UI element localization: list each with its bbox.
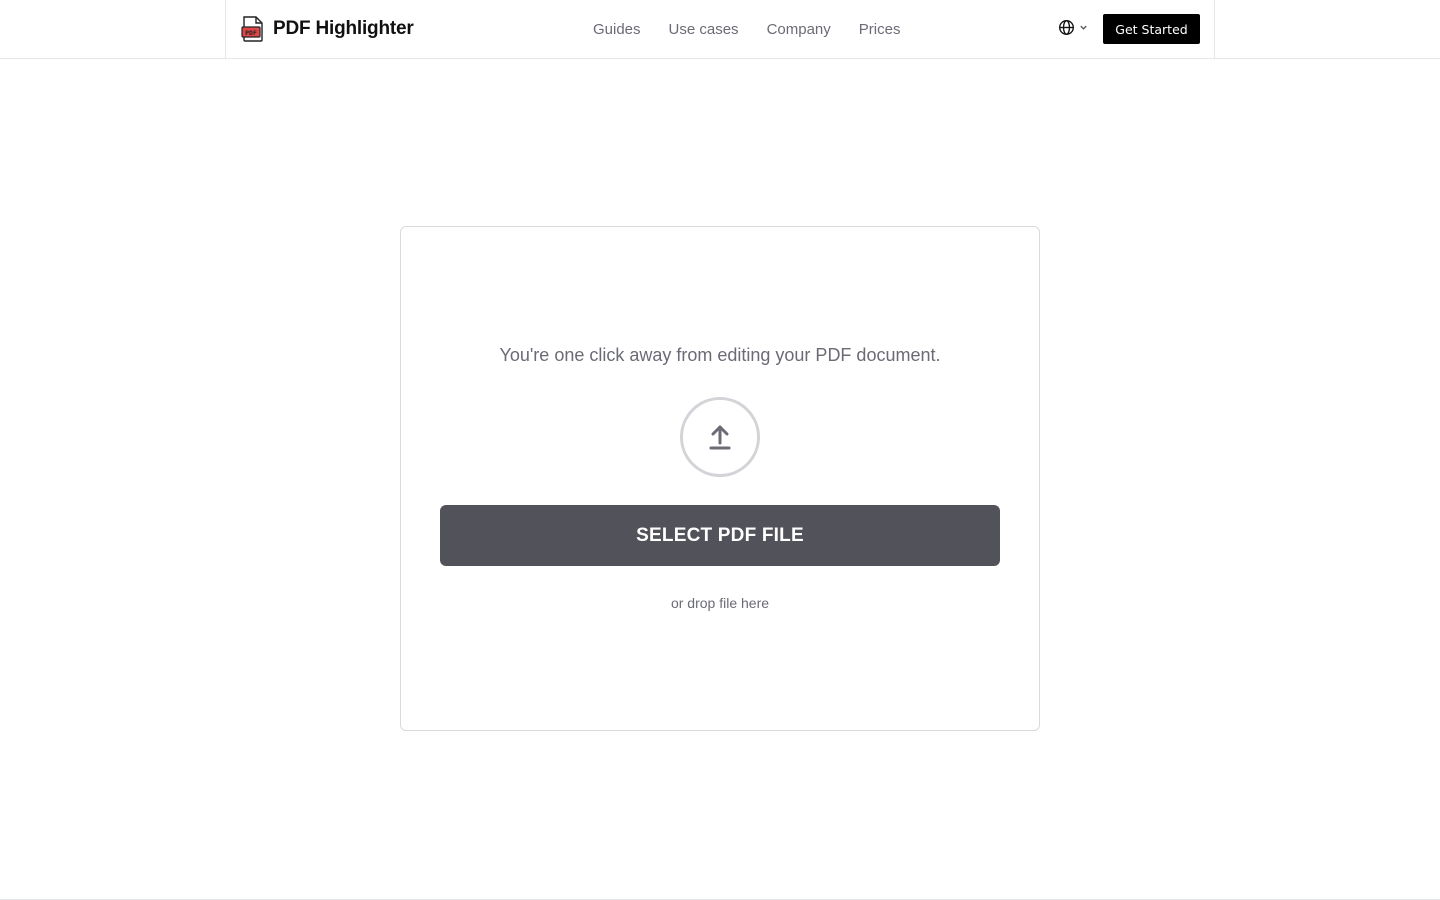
main-nav: Guides Use cases Company Prices <box>593 0 900 58</box>
globe-icon <box>1059 20 1074 35</box>
site-header: PDF PDF Highlighter Guides Use cases Com… <box>0 0 1440 59</box>
header-container: PDF PDF Highlighter Guides Use cases Com… <box>225 0 1215 58</box>
svg-text:PDF: PDF <box>245 29 257 37</box>
brand-logo-link[interactable]: PDF PDF Highlighter <box>241 16 414 42</box>
chevron-down-icon <box>1080 25 1087 30</box>
upload-arrow-icon <box>709 425 731 450</box>
upload-card[interactable]: You're one click away from editing your … <box>400 226 1040 731</box>
language-selector[interactable] <box>1058 19 1088 36</box>
nav-item-company[interactable]: Company <box>767 21 831 38</box>
drop-file-hint: or drop file here <box>670 595 770 611</box>
upload-icon-button[interactable] <box>680 397 760 477</box>
pdf-file-icon: PDF <box>241 16 263 42</box>
nav-item-prices[interactable]: Prices <box>859 21 901 38</box>
get-started-button[interactable]: Get Started <box>1103 14 1200 44</box>
nav-item-guides[interactable]: Guides <box>593 21 641 38</box>
select-pdf-file-button[interactable]: SELECT PDF FILE <box>440 505 1000 566</box>
upload-message: You're one click away from editing your … <box>499 345 941 365</box>
brand-name: PDF Highlighter <box>273 18 414 39</box>
nav-item-use-cases[interactable]: Use cases <box>669 21 739 38</box>
